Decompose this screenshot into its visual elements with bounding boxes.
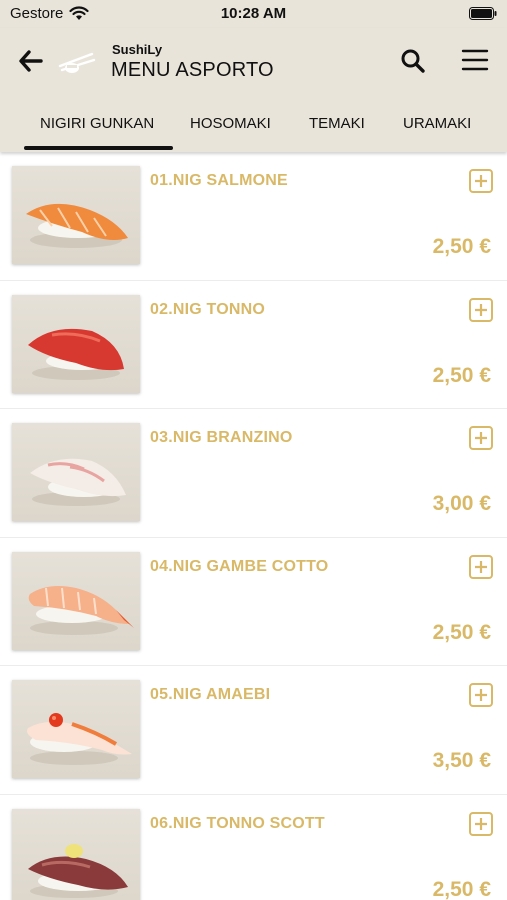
search-icon[interactable]: [400, 48, 426, 74]
menu-item-row[interactable]: 03.NIG BRANZINO 3,00 €: [0, 409, 507, 538]
tab-temaki[interactable]: TEMAKI: [309, 115, 365, 132]
plus-icon: [475, 817, 487, 830]
category-tabs: NIGIRI GUNKAN HOSOMAKI TEMAKI URAMAKI: [0, 110, 507, 152]
menu-item-row[interactable]: 05.NIG AMAEBI 3,50 €: [0, 666, 507, 795]
tab-hosomaki[interactable]: HOSOMAKI: [190, 115, 271, 132]
logo-icon: [58, 52, 96, 73]
plus-icon: [475, 175, 487, 187]
item-photo: [12, 551, 140, 650]
page-title: MENU ASPORTO: [111, 59, 274, 81]
item-photo: [12, 166, 140, 264]
add-to-cart-button[interactable]: [469, 683, 493, 707]
active-tab-indicator: [24, 146, 173, 150]
item-price: 2,50 €: [432, 877, 491, 900]
item-price: 3,00 €: [432, 492, 491, 515]
item-name: 06.NIG TONNO SCOTT: [150, 814, 325, 832]
item-photo: [12, 680, 140, 778]
back-arrow-icon[interactable]: [18, 48, 44, 74]
item-name: 05.NIG AMAEBI: [150, 686, 271, 703]
plus-icon: [475, 560, 487, 573]
add-to-cart-button[interactable]: [469, 297, 493, 322]
menu-item-row[interactable]: 01.NIG SALMONE 2,50 €: [0, 152, 507, 281]
item-photo: [12, 294, 140, 393]
item-name: 02.NIG TONNO: [150, 300, 266, 318]
item-price: 2,50 €: [432, 235, 491, 258]
plus-icon: [475, 432, 487, 444]
menu-item-row[interactable]: 06.NIG TONNO SCOTT 2,50 €: [0, 795, 507, 900]
item-name: 04.NIG GAMBE COTTO: [150, 557, 329, 575]
plus-icon: [475, 689, 487, 701]
item-photo: [12, 808, 140, 900]
clock: 10:28 AM: [220, 5, 287, 22]
menu-item-row[interactable]: 04.NIG GAMBE COTTO 2,50 €: [0, 538, 507, 666]
add-to-cart-button[interactable]: [469, 554, 493, 579]
add-to-cart-button[interactable]: [469, 811, 493, 836]
item-price: 2,50 €: [432, 620, 491, 644]
add-to-cart-button[interactable]: [469, 169, 493, 193]
add-to-cart-button[interactable]: [469, 426, 493, 450]
menu-item-list[interactable]: 01.NIG SALMONE 2,50 € 02.NIG TONNO 2,50 …: [0, 152, 507, 900]
item-price: 2,50 €: [432, 363, 491, 387]
plus-icon: [475, 303, 487, 316]
tab-nigiri-gunkan[interactable]: NIGIRI GUNKAN: [40, 115, 154, 132]
hamburger-menu-icon[interactable]: [461, 48, 489, 72]
brand-name: SushiLy: [112, 42, 163, 57]
item-name: 03.NIG BRANZINO: [150, 429, 293, 446]
app-header: SushiLy MENU ASPORTO NIGIRI GUNKAN HOSOM…: [0, 28, 507, 152]
battery-icon: [469, 7, 497, 20]
tab-uramaki[interactable]: URAMAKI: [403, 115, 471, 132]
item-photo: [12, 423, 140, 521]
status-bar: Gestore 10:28 AM: [0, 0, 507, 28]
item-name: 01.NIG SALMONE: [150, 172, 288, 189]
menu-item-row[interactable]: 02.NIG TONNO 2,50 €: [0, 281, 507, 409]
item-price: 3,50 €: [432, 749, 491, 772]
